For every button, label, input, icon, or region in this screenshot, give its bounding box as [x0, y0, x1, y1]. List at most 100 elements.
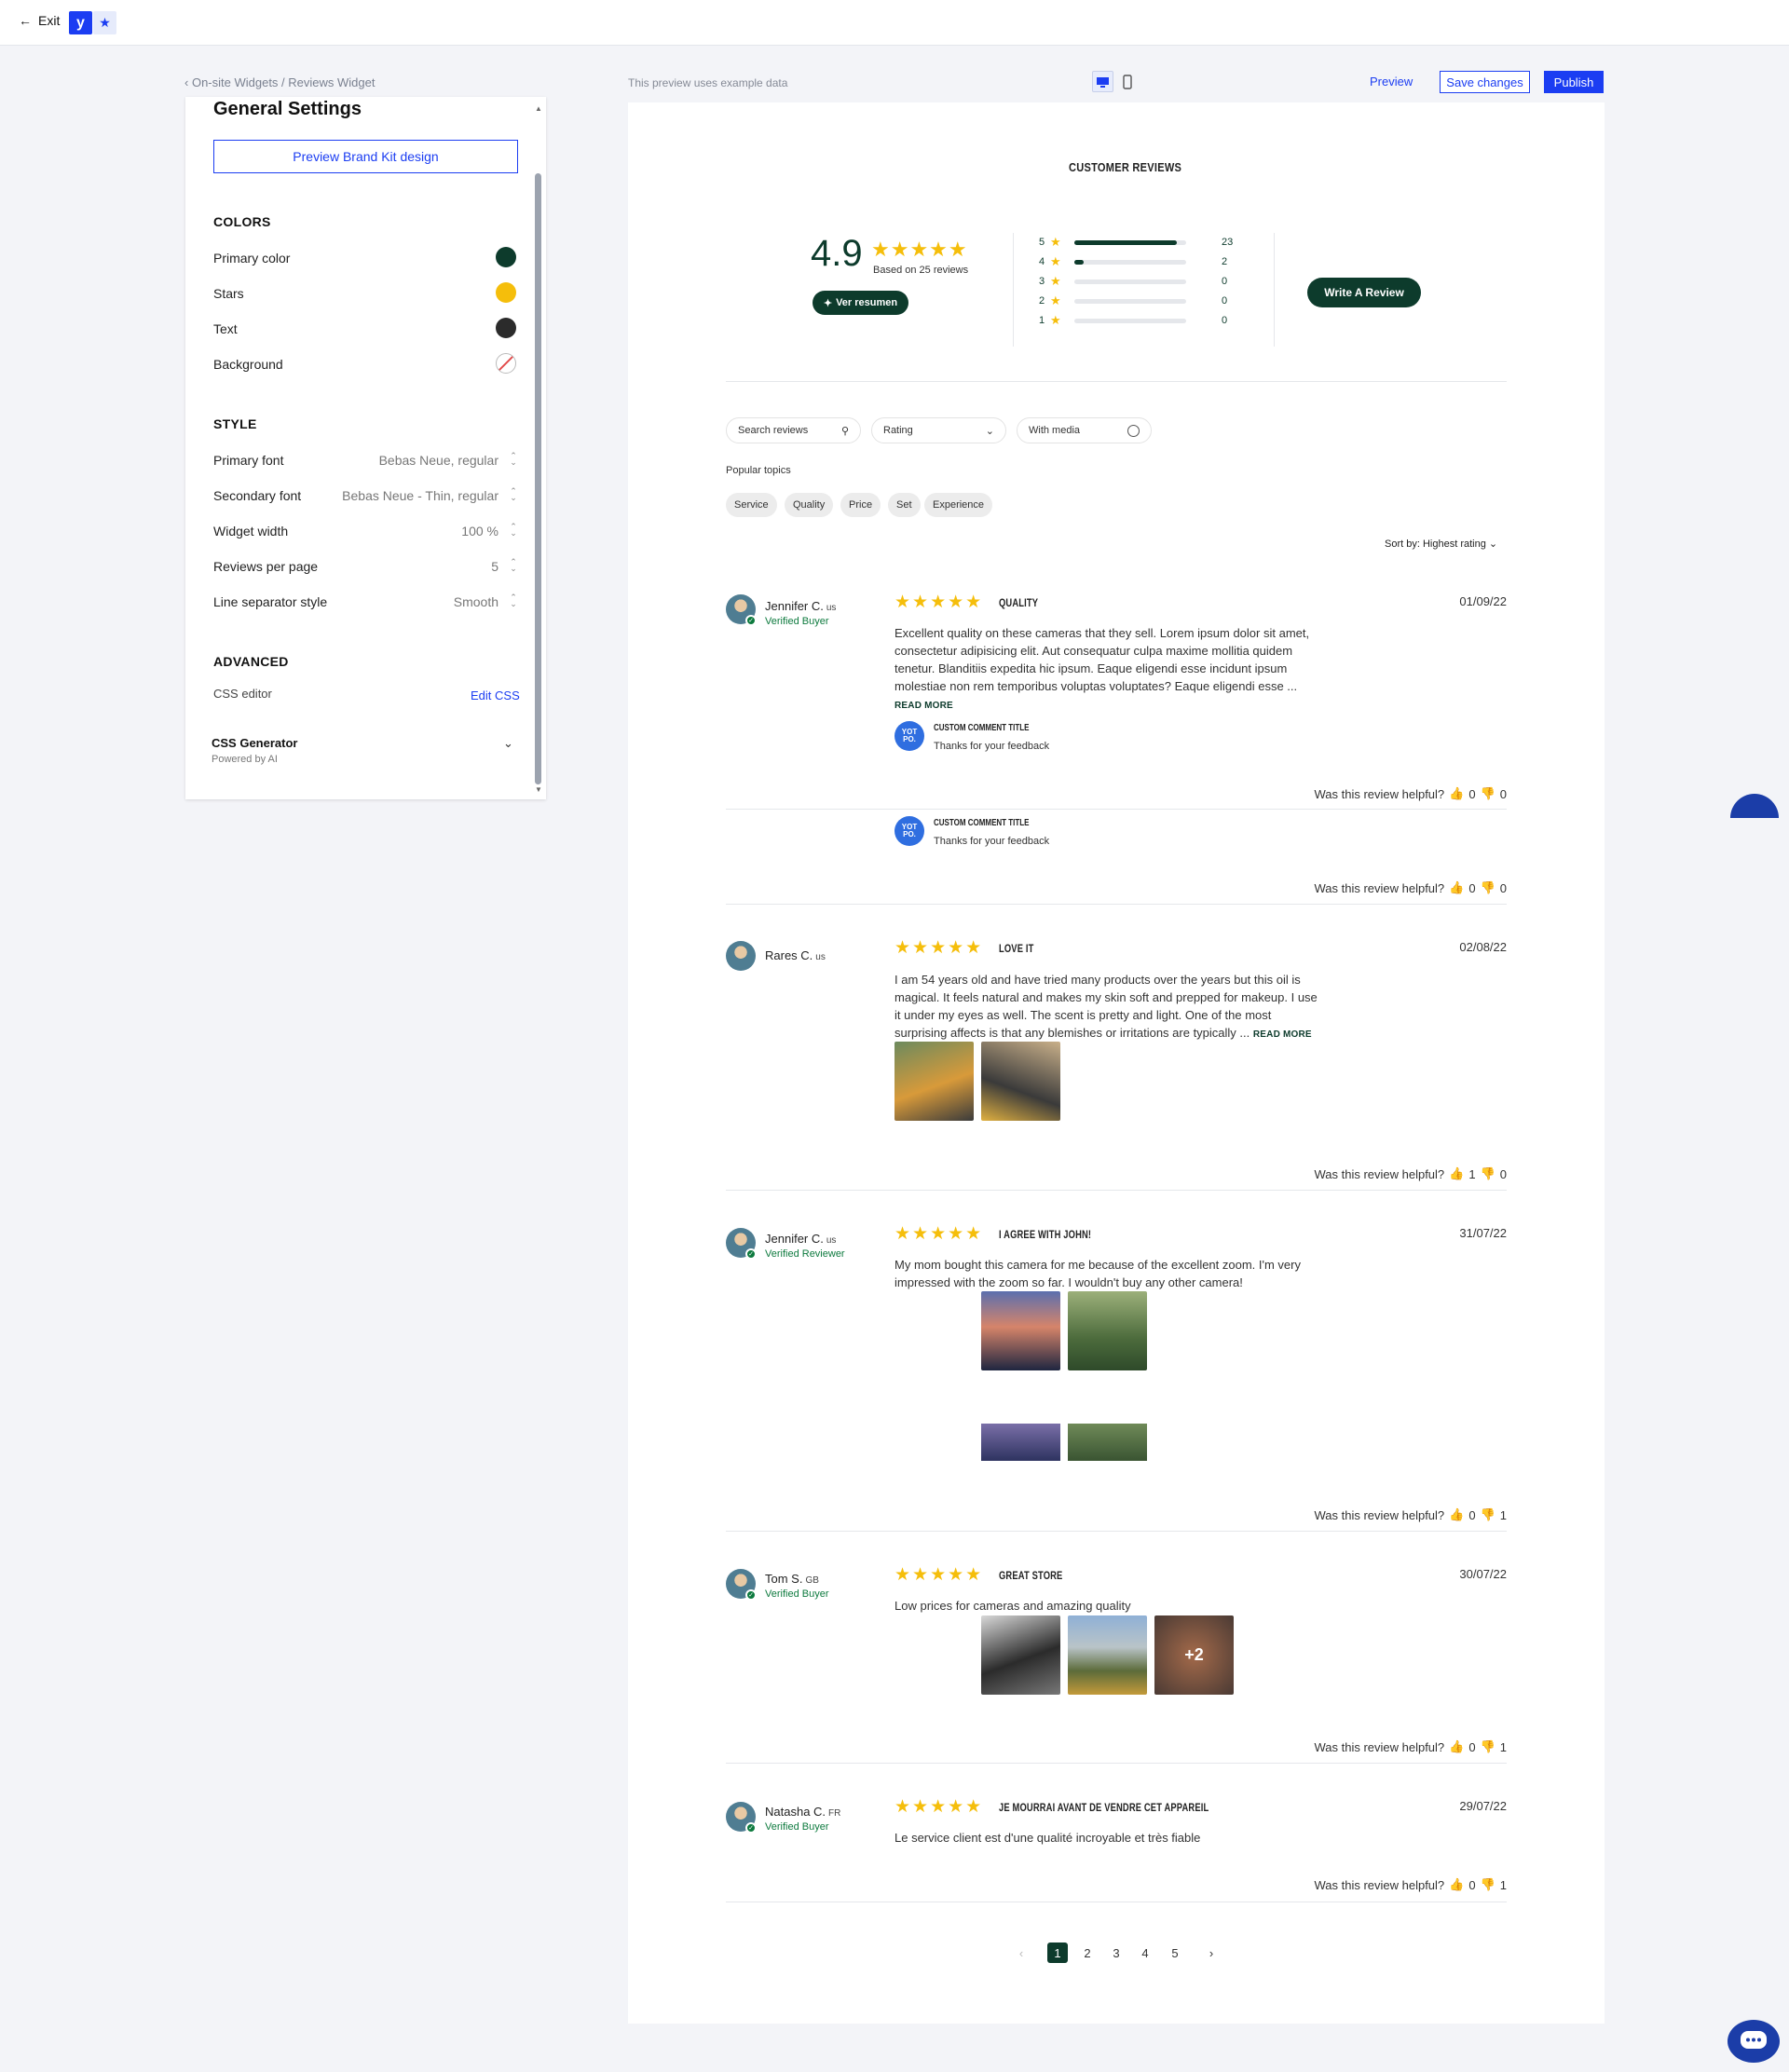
verified-label: Verified Buyer [765, 1821, 829, 1833]
ai-sparkle-icon[interactable]: ★ [93, 11, 116, 34]
review-stars-icon: ★★★★★ [894, 938, 984, 958]
save-changes-button[interactable]: Save changes [1440, 71, 1530, 93]
read-more-link[interactable]: READ MORE [894, 701, 953, 711]
reviewer-name-text: Rares C. [765, 948, 813, 962]
histogram-row[interactable]: 1 ★ 0 [1039, 311, 1240, 330]
review-photo[interactable] [981, 1615, 1060, 1695]
review-body-text: Excellent quality on these cameras that … [894, 626, 1310, 693]
page-1[interactable]: 1 [1047, 1942, 1068, 1963]
thumbs-down-icon[interactable]: 👎 [1481, 1507, 1495, 1522]
thumbs-up-icon[interactable]: 👍 [1449, 880, 1464, 895]
divider [1274, 233, 1275, 347]
mobile-view-icon[interactable] [1119, 71, 1136, 92]
advanced-heading: ADVANCED [213, 654, 289, 669]
histogram-fill [1074, 259, 1084, 265]
stars-color-swatch[interactable] [496, 282, 516, 303]
upvote-count: 1 [1468, 1166, 1476, 1181]
text-color-label: Text [213, 321, 238, 336]
radio-icon [1127, 424, 1140, 437]
write-review-button[interactable]: Write A Review [1307, 278, 1421, 307]
rating-filter[interactable]: Rating ⌄ [871, 417, 1006, 443]
downvote-count: 0 [1499, 786, 1507, 801]
review-photo-ghost [1068, 1424, 1147, 1461]
line-separator-value[interactable]: Smooth [454, 594, 498, 609]
search-icon: ⚲ [840, 425, 849, 437]
review-photo[interactable] [1068, 1291, 1147, 1370]
stars-color-label: Stars [213, 286, 244, 301]
background-color-swatch[interactable] [496, 353, 516, 374]
review-photo[interactable] [981, 1042, 1060, 1121]
histogram-row[interactable]: 2 ★ 0 [1039, 292, 1240, 310]
chat-launcher-partial[interactable] [1730, 794, 1779, 818]
text-color-swatch[interactable] [496, 318, 516, 338]
histogram-row[interactable]: 3 ★ 0 [1039, 272, 1240, 291]
desktop-view-icon[interactable] [1092, 71, 1113, 92]
search-input[interactable]: Search reviews ⚲ [726, 417, 861, 443]
helpful-label: Was this review helpful? [1314, 1877, 1445, 1892]
more-photos-overlay[interactable]: +2 [1154, 1615, 1234, 1695]
read-more-link[interactable]: READ MORE [1253, 1029, 1312, 1040]
prev-page-icon[interactable]: ‹ [1011, 1942, 1031, 1963]
review-photo[interactable] [981, 1291, 1060, 1370]
review-photo[interactable] [1068, 1615, 1147, 1695]
review-photo[interactable] [894, 1042, 974, 1121]
page-5[interactable]: 5 [1165, 1942, 1185, 1963]
topic-chip[interactable]: Set [888, 493, 921, 517]
thumbs-up-icon[interactable]: 👍 [1449, 1877, 1464, 1892]
panel-scrollbar[interactable] [535, 173, 541, 784]
reviewer-country: FR [828, 1808, 841, 1819]
upvote-count: 0 [1468, 786, 1476, 801]
publish-button[interactable]: Publish [1544, 71, 1604, 93]
with-media-filter[interactable]: With media [1017, 417, 1152, 443]
histogram-row[interactable]: 4 ★ 2 [1039, 252, 1240, 271]
primary-font-value[interactable]: Bebas Neue, regular [379, 453, 498, 468]
reviews-per-page-value[interactable]: 5 [491, 559, 498, 574]
page-4[interactable]: 4 [1135, 1942, 1155, 1963]
primary-color-swatch[interactable] [496, 247, 516, 267]
edit-css-link[interactable]: Edit CSS [471, 688, 520, 702]
thumbs-down-icon[interactable]: 👎 [1481, 1877, 1495, 1892]
thumbs-down-icon[interactable]: 👎 [1481, 1166, 1495, 1181]
page-2[interactable]: 2 [1077, 1942, 1098, 1963]
line-separator-stepper-icon[interactable]: ⌃ ⌄ [509, 593, 518, 609]
preview-brand-kit-button[interactable]: Preview Brand Kit design [213, 140, 518, 173]
histogram-bar [1074, 239, 1186, 245]
thumbs-up-icon[interactable]: 👍 [1449, 1507, 1464, 1522]
average-stars-icon: ★★★★★ [871, 238, 968, 261]
downvote-count: 1 [1499, 1739, 1507, 1754]
thumbs-up-icon[interactable]: 👍 [1449, 786, 1464, 801]
topic-chip[interactable]: Quality [785, 493, 834, 517]
thumbs-up-icon[interactable]: 👍 [1449, 1739, 1464, 1754]
page-3[interactable]: 3 [1106, 1942, 1127, 1963]
histogram-row[interactable]: 5 ★ 23 [1039, 233, 1240, 252]
exit-button[interactable]: ← Exit [19, 13, 60, 28]
thumbs-up-icon[interactable]: 👍 [1449, 1166, 1464, 1181]
preview-button[interactable]: Preview [1370, 75, 1413, 89]
chat-launcher[interactable] [1728, 2020, 1780, 2063]
widget-width-stepper-icon[interactable]: ⌃ ⌄ [509, 523, 518, 538]
thumbs-down-icon[interactable]: 👎 [1481, 1739, 1495, 1754]
histogram-stars: 5 [1039, 237, 1045, 248]
sort-by-dropdown[interactable]: Sort by: Highest rating ⌄ [1385, 538, 1497, 550]
secondary-font-value[interactable]: Bebas Neue - Thin, regular [342, 488, 498, 503]
yotpo-avatar: YOT PO. [894, 816, 924, 846]
summary-button[interactable]: ✦ Ver resumen [813, 291, 908, 315]
scroll-up-icon[interactable]: ▲ [535, 104, 542, 113]
css-generator-title[interactable]: CSS Generator [212, 736, 297, 750]
topic-chip[interactable]: Experience [924, 493, 993, 517]
chevron-down-icon[interactable]: ⌄ [503, 736, 513, 751]
thumbs-down-icon[interactable]: 👎 [1481, 880, 1495, 895]
breadcrumb[interactable]: ‹ On-site Widgets / Reviews Widget [184, 75, 375, 89]
review-title: GREAT STORE [999, 1569, 1063, 1582]
topic-chip[interactable]: Service [726, 493, 777, 517]
topic-chip[interactable]: Price [840, 493, 881, 517]
review-stars-icon: ★★★★★ [894, 1565, 984, 1585]
scroll-down-icon[interactable]: ▼ [535, 785, 542, 794]
thumbs-down-icon[interactable]: 👎 [1481, 786, 1495, 801]
reviews-per-page-stepper-icon[interactable]: ⌃ ⌄ [509, 558, 518, 574]
helpful-row: Was this review helpful? 👍 0 👎 0 [1314, 786, 1507, 801]
next-page-icon[interactable]: › [1201, 1942, 1222, 1963]
widget-width-value[interactable]: 100 % [461, 524, 498, 538]
primary-font-stepper-icon[interactable]: ⌃ ⌄ [509, 452, 518, 468]
secondary-font-stepper-icon[interactable]: ⌃ ⌄ [509, 487, 518, 503]
